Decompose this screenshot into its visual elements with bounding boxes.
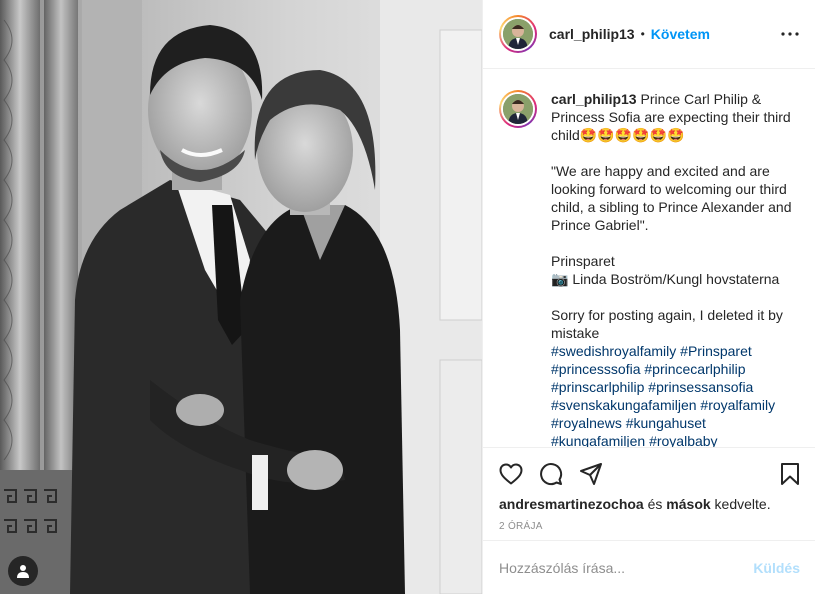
like-button[interactable] [497, 460, 525, 488]
caption-scroll-area[interactable]: carl_philip13 Prince Carl Philip & Princ… [483, 70, 815, 447]
post-timestamp[interactable]: 2 ÓRÁJA [499, 521, 543, 532]
hashtag-link[interactable]: #royalnews [551, 415, 622, 431]
caption-note: Sorry for posting again, I deleted it by… [551, 307, 783, 341]
hashtag-link[interactable]: #Prinsparet [680, 343, 752, 359]
caption-row: carl_philip13 Prince Carl Philip & Princ… [499, 90, 800, 447]
avatar-photo [503, 19, 533, 49]
caption-username[interactable]: carl_philip13 [551, 91, 637, 107]
comment-box: Küldés [483, 540, 815, 594]
hashtag-link[interactable]: #royalbaby [649, 433, 718, 447]
header-separator: • [640, 27, 645, 41]
author-username[interactable]: carl_philip13 [549, 26, 635, 42]
likes-connector: és [647, 496, 663, 512]
hashtag-link[interactable]: #swedishroyalfamily [551, 343, 676, 359]
author-avatar[interactable] [499, 15, 537, 53]
avatar-photo [503, 94, 533, 124]
share-button[interactable] [577, 460, 605, 488]
comment-input[interactable] [499, 559, 739, 576]
likes-suffix: kedvelte. [714, 496, 771, 512]
bookmark-icon [781, 463, 799, 485]
tagged-users-button[interactable] [8, 556, 38, 586]
hashtag-link[interactable]: #princesssofia [551, 361, 641, 377]
caption-author-avatar[interactable] [499, 90, 537, 128]
hashtag-list: #swedishroyalfamily #Prinsparet #princes… [551, 342, 800, 447]
hashtag-link[interactable]: #princecarlphilip [644, 361, 745, 377]
liked-by-user[interactable]: andresmartinezochoa [499, 496, 644, 512]
couple-portrait-image [0, 0, 482, 594]
caption-text: carl_philip13 Prince Carl Philip & Princ… [551, 90, 800, 447]
user-tag-icon [17, 565, 29, 578]
hashtag-link[interactable]: #prinsessansofia [648, 379, 753, 395]
follow-button[interactable]: Követem [651, 26, 710, 42]
heart-icon [499, 463, 523, 485]
comment-icon [540, 463, 563, 486]
caption-signature: Prinsparet [551, 253, 615, 269]
paper-plane-icon [580, 463, 602, 485]
post-photo[interactable] [0, 0, 482, 594]
more-options-button[interactable] [778, 22, 802, 46]
send-comment-button[interactable]: Küldés [753, 560, 800, 576]
caption-quote: "We are happy and excited and are lookin… [551, 163, 792, 233]
hashtag-link[interactable]: #kungahuset [626, 415, 706, 431]
hashtag-link[interactable]: #kungafamiljen [551, 433, 645, 447]
hashtag-link[interactable]: #prinscarlphilip [551, 379, 644, 395]
likes-summary: andresmartinezochoa és mások kedvelte. [499, 496, 771, 512]
post-side-panel: carl_philip13 • Követem carl_philip13 Pr… [482, 0, 815, 594]
post-actions: andresmartinezochoa és mások kedvelte. 2… [483, 447, 815, 539]
post-header: carl_philip13 • Követem [483, 0, 815, 69]
hashtag-link[interactable]: #svenskakungafamiljen [551, 397, 697, 413]
comment-button[interactable] [537, 460, 565, 488]
instagram-post: carl_philip13 • Követem carl_philip13 Pr… [0, 0, 815, 594]
likes-others-link[interactable]: mások [666, 496, 710, 512]
save-button[interactable] [776, 460, 804, 488]
hashtag-link[interactable]: #royalfamily [700, 397, 775, 413]
caption-photo-credit: 📷 Linda Boström/Kungl hovstaterna [551, 271, 780, 287]
more-options-icon [781, 32, 799, 36]
